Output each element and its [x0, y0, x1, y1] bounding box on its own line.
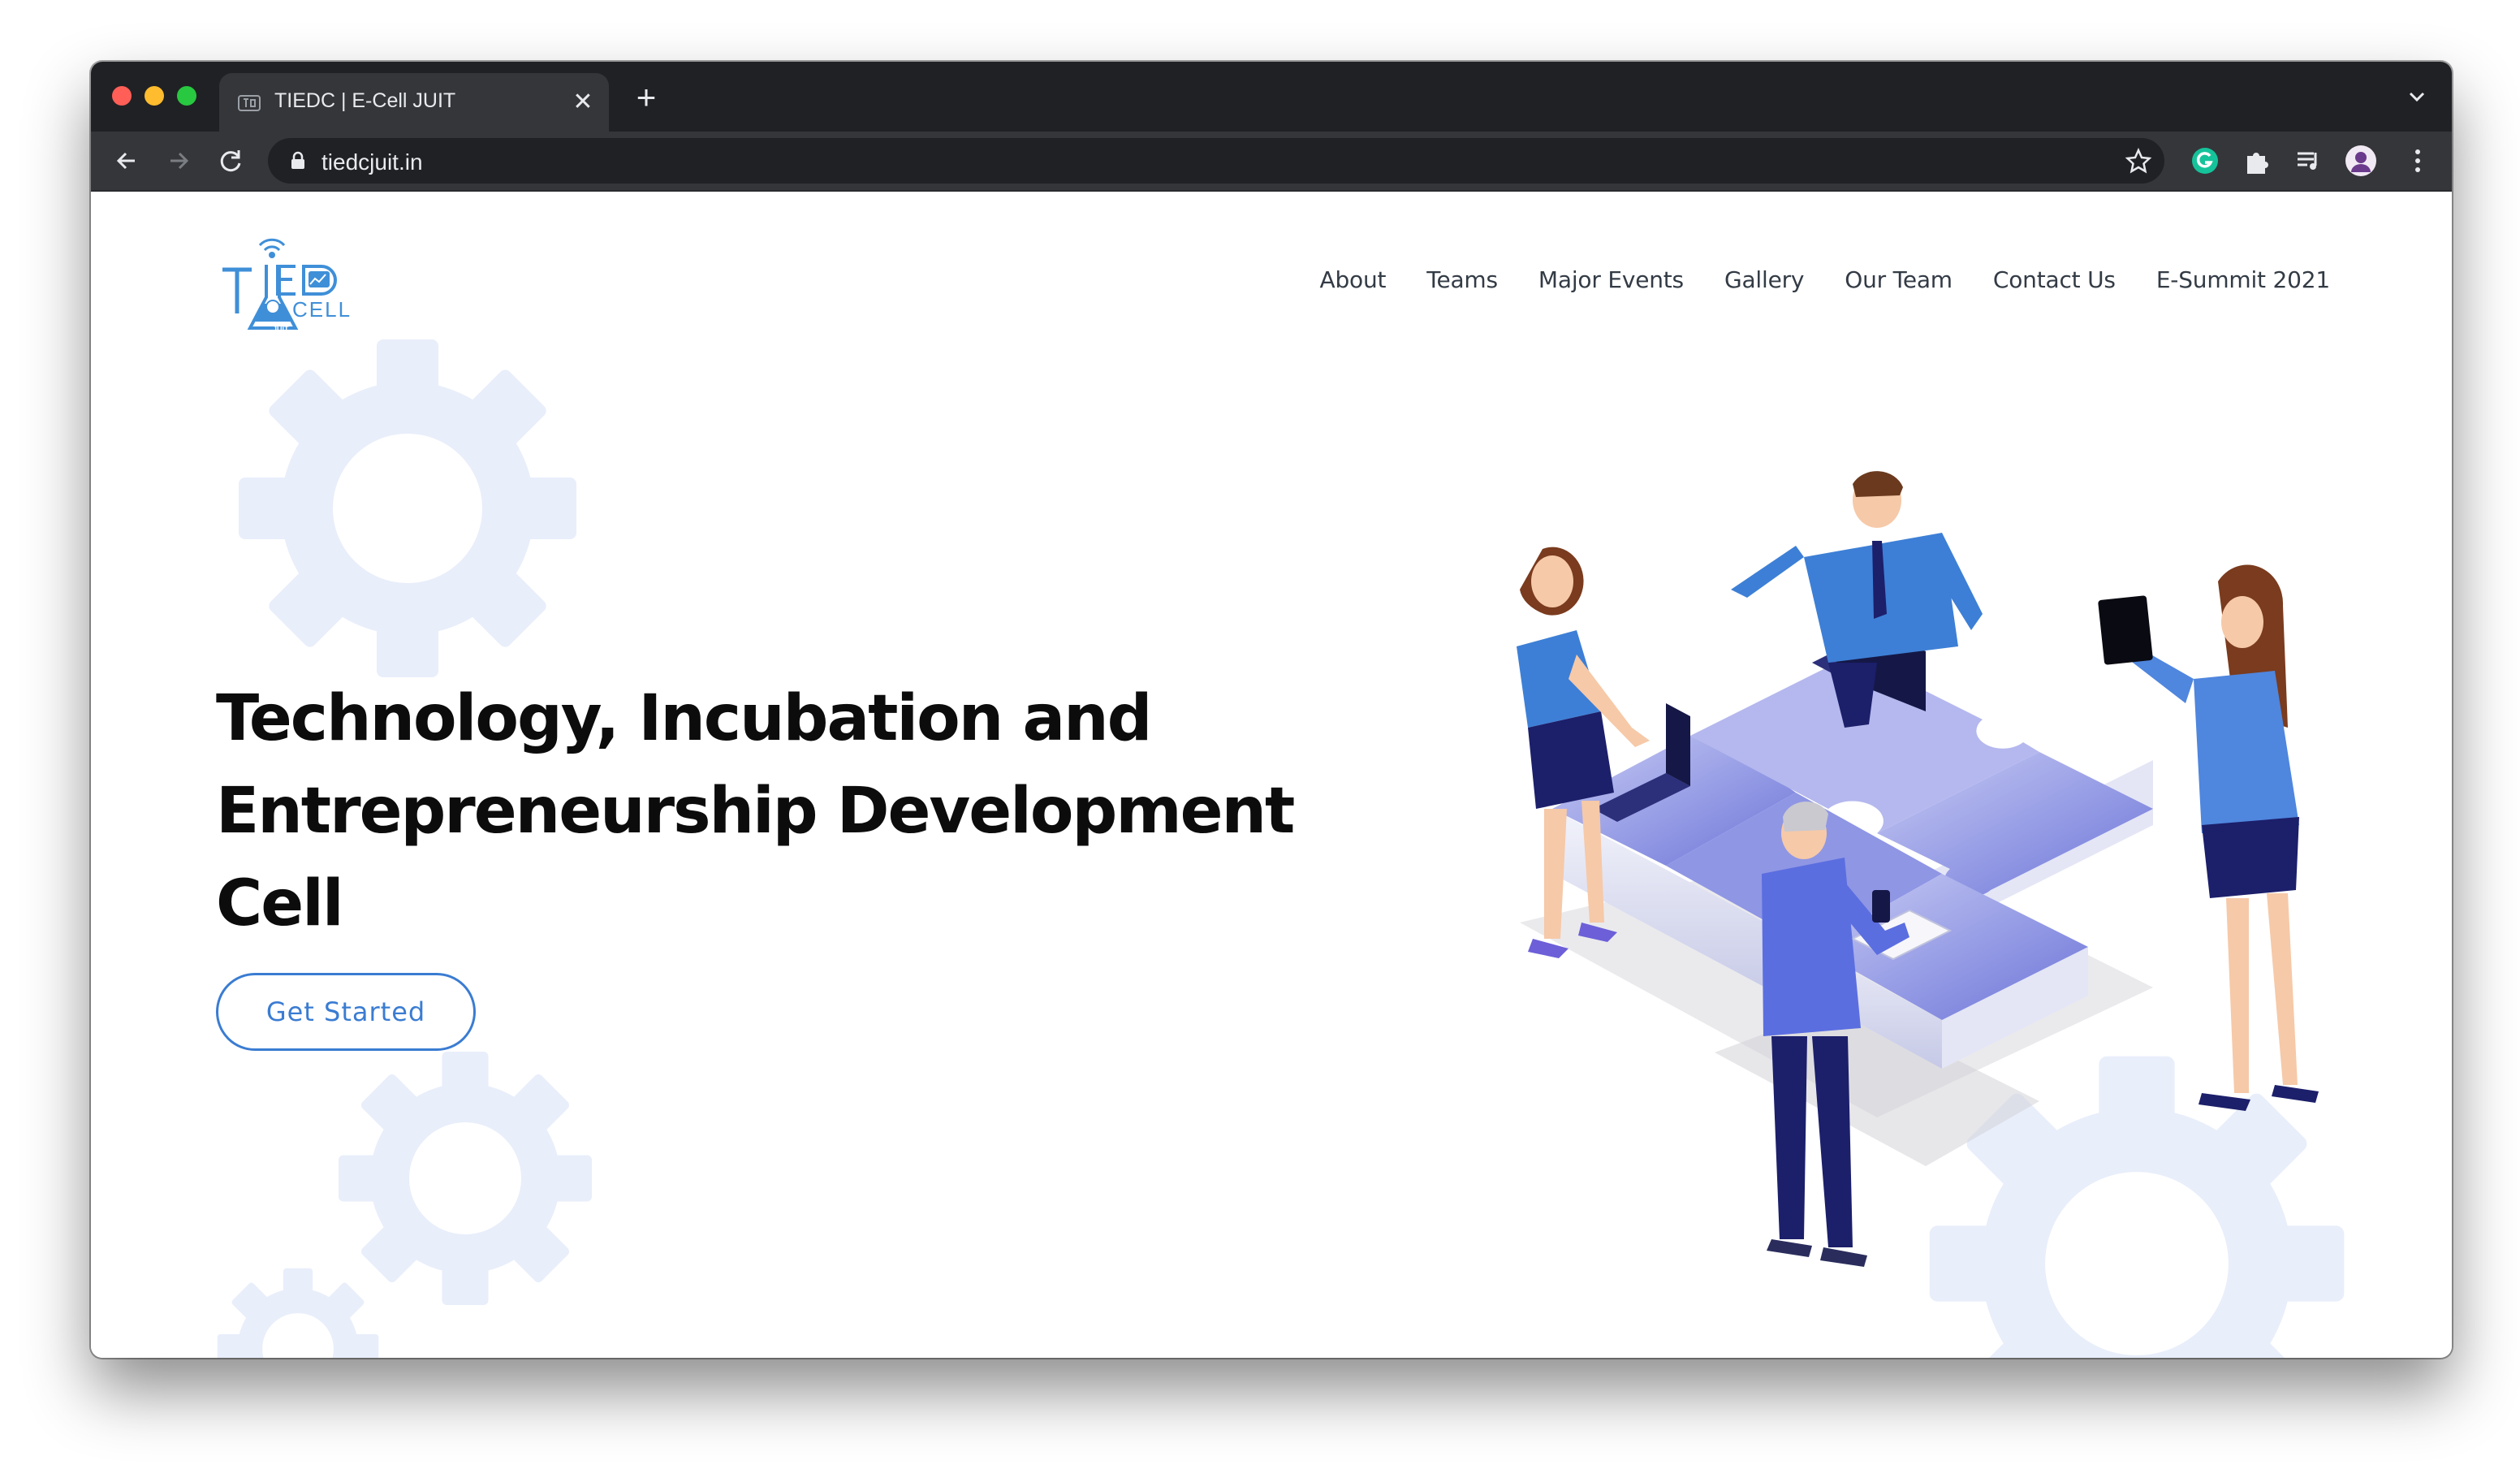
tiedc-logo[interactable]: CELL JUIT [218, 232, 377, 338]
browser-toolbar: tiedcjuit.in [91, 132, 2452, 190]
nav-major-events[interactable]: Major Events [1538, 266, 1684, 293]
hero-title-line-2: Entrepreneurship Development Cell [216, 775, 1295, 940]
person-man-suit [1731, 471, 1983, 728]
nav-our-team[interactable]: Our Team [1845, 266, 1953, 293]
puzzle-icon[interactable] [2239, 143, 2275, 179]
media-control-icon[interactable] [2291, 143, 2327, 179]
hero-title: Technology, Incubation and Entrepreneurs… [216, 672, 1434, 950]
gear-icon [239, 339, 576, 677]
nav-teams[interactable]: Teams [1426, 266, 1498, 293]
grammarly-icon[interactable] [2187, 143, 2223, 179]
tab-search-chevron-icon[interactable] [2405, 84, 2429, 109]
browser-tab[interactable]: TIEDC | E-Cell JUIT ✕ [219, 73, 609, 132]
gear-icon [217, 1268, 379, 1358]
logo-sub-text: JUIT [273, 325, 289, 333]
forward-arrow-icon[interactable] [162, 145, 195, 177]
lock-icon[interactable] [289, 151, 307, 171]
main-nav: About Teams Major Events Gallery Our Tea… [1320, 266, 2331, 293]
nav-about[interactable]: About [1320, 266, 1387, 293]
hero-title-line-1: Technology, Incubation and [216, 682, 1152, 755]
minimize-window-button[interactable] [145, 86, 164, 106]
nav-gallery[interactable]: Gallery [1724, 266, 1805, 293]
close-window-button[interactable] [112, 86, 132, 106]
maximize-window-button[interactable] [177, 86, 196, 106]
nav-e-summit-2021[interactable]: E-Summit 2021 [2156, 266, 2330, 293]
url-text: tiedcjuit.in [321, 149, 423, 175]
page-viewport: CELL JUIT About Teams Major Events Galle… [91, 192, 2452, 1358]
browser-window: TIEDC | E-Cell JUIT ✕ + tiedcjuit.in CEL… [91, 62, 2452, 1358]
tab-title: TIEDC | E-Cell JUIT [274, 89, 456, 112]
profile-avatar-icon[interactable] [2343, 143, 2379, 179]
laptop-icon [1666, 703, 1690, 786]
address-bar[interactable]: tiedcjuit.in [268, 138, 2164, 184]
get-started-button[interactable]: Get Started [216, 973, 476, 1051]
reload-icon[interactable] [214, 145, 247, 177]
teamwork-puzzle-illustration [1517, 471, 2319, 1267]
new-tab-button[interactable]: + [630, 80, 662, 115]
logo-brand-text: CELL [292, 297, 352, 322]
tiedc-logo-icon [238, 95, 261, 111]
person-woman-right [2098, 564, 2319, 1111]
kebab-menu-icon[interactable] [2400, 143, 2436, 179]
back-arrow-icon[interactable] [110, 145, 143, 177]
tab-strip: TIEDC | E-Cell JUIT ✕ + [91, 62, 2452, 132]
nav-contact-us[interactable]: Contact Us [1993, 266, 2116, 293]
bookmark-star-icon[interactable] [2124, 146, 2153, 175]
tab-close-icon[interactable]: ✕ [568, 88, 598, 117]
